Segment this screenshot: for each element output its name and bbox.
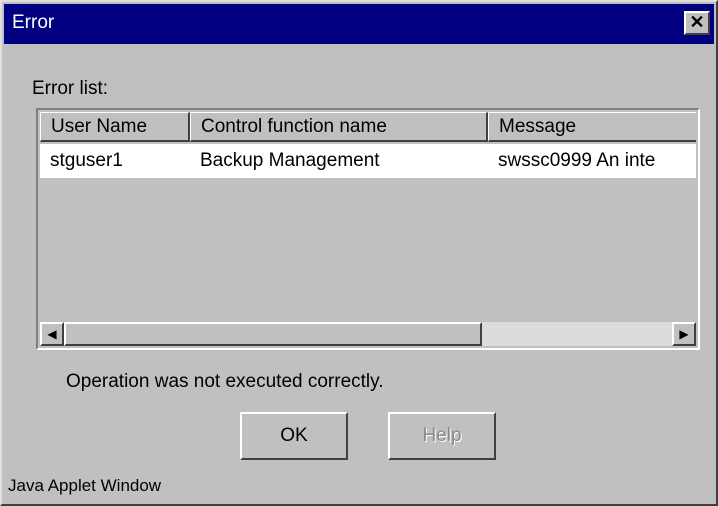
table-header: User Name Control function name Message bbox=[40, 112, 696, 142]
column-header-user-name[interactable]: User Name bbox=[40, 112, 190, 142]
close-icon[interactable]: ✕ bbox=[684, 11, 710, 35]
horizontal-scrollbar[interactable]: ◀ ▶ bbox=[40, 322, 696, 346]
arrow-left-icon[interactable]: ◀ bbox=[40, 322, 64, 346]
column-header-message[interactable]: Message bbox=[488, 112, 696, 142]
error-dialog: Error ✕ Error list: User Name Control fu… bbox=[0, 0, 718, 506]
title-bar[interactable]: Error ✕ bbox=[4, 4, 714, 44]
arrow-right-icon[interactable]: ▶ bbox=[672, 322, 696, 346]
window-title: Error bbox=[12, 12, 55, 33]
error-list-label: Error list: bbox=[32, 78, 108, 99]
table-row[interactable]: stguser1 Backup Management swssc0999 An … bbox=[40, 144, 696, 178]
error-list[interactable]: User Name Control function name Message … bbox=[36, 108, 700, 350]
column-header-control-function-name[interactable]: Control function name bbox=[190, 112, 488, 142]
cell-user-name: stguser1 bbox=[50, 150, 123, 171]
status-message: Operation was not executed correctly. bbox=[66, 371, 384, 392]
ok-button[interactable]: OK bbox=[240, 412, 348, 460]
cell-control-function-name: Backup Management bbox=[200, 150, 380, 171]
list-empty-area bbox=[40, 178, 696, 322]
java-applet-window-label: Java Applet Window bbox=[8, 476, 162, 495]
scrollbar-track[interactable] bbox=[482, 322, 672, 346]
help-button[interactable]: Help bbox=[388, 412, 496, 460]
cell-message: swssc0999 An inte bbox=[498, 150, 656, 171]
scrollbar-thumb[interactable] bbox=[64, 322, 482, 346]
